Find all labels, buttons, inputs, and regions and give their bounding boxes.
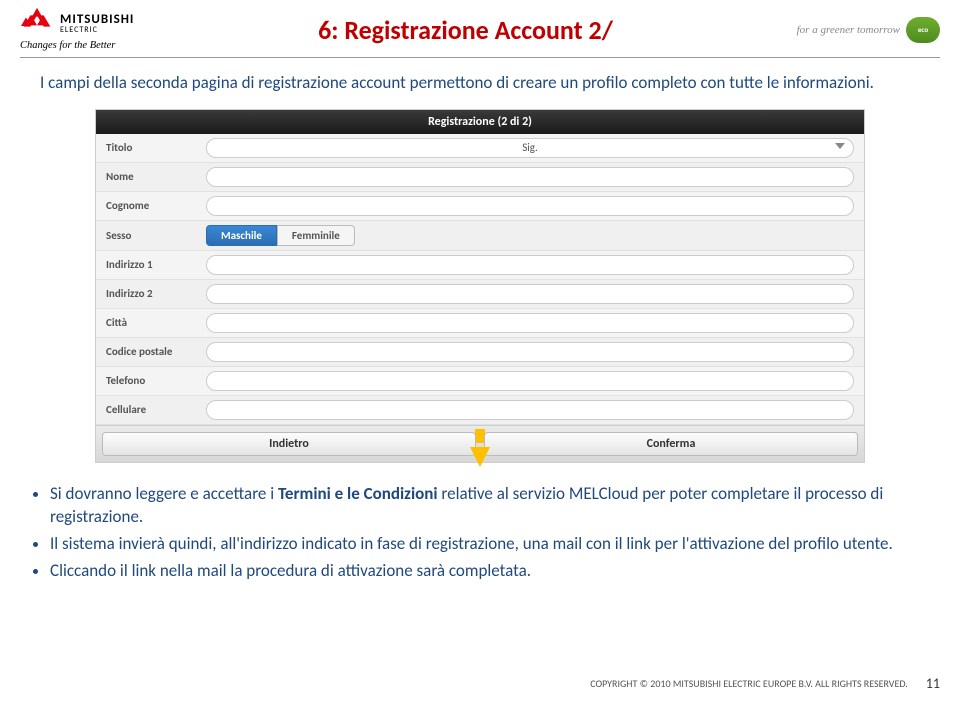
label-cap: Codice postale <box>106 345 206 358</box>
row-cellulare: Cellulare <box>96 396 864 425</box>
row-cap: Codice postale <box>96 338 864 367</box>
page-number: 11 <box>926 675 940 692</box>
row-citta: Città <box>96 309 864 338</box>
confirm-button[interactable]: Conferma <box>484 432 858 456</box>
back-button[interactable]: Indietro <box>102 432 476 456</box>
mitsubishi-icon <box>20 8 54 38</box>
copyright-text: COPYRIGHT © 2010 MITSUBISHI ELECTRIC EUR… <box>590 677 908 690</box>
label-indirizzo1: Indirizzo 1 <box>106 258 206 271</box>
slide-header: MITSUBISHI ELECTRIC Changes for the Bett… <box>0 0 960 51</box>
input-indirizzo2[interactable] <box>206 284 854 304</box>
input-cellulare[interactable] <box>206 400 854 420</box>
intro-text: I campi della seconda pagina di registra… <box>0 58 960 101</box>
row-nome: Nome <box>96 163 864 192</box>
label-citta: Città <box>106 316 206 329</box>
bullet-2: Il sistema invierà quindi, all'indirizzo… <box>50 533 920 556</box>
eco-badge-icon: eco <box>906 17 940 43</box>
bullet-3: Cliccando il link nella mail la procedur… <box>50 560 920 583</box>
row-sesso: Sesso Maschile Femminile <box>96 221 864 251</box>
input-nome[interactable] <box>206 167 854 187</box>
select-titolo-value: Sig. <box>522 141 538 154</box>
input-indirizzo1[interactable] <box>206 255 854 275</box>
row-indirizzo2: Indirizzo 2 <box>96 280 864 309</box>
form-header: Registrazione (2 di 2) <box>96 110 864 134</box>
toggle-maschile[interactable]: Maschile <box>206 225 277 246</box>
label-nome: Nome <box>106 170 206 183</box>
toggle-femminile[interactable]: Femminile <box>277 225 355 246</box>
brand-tagline: Changes for the Better <box>20 40 115 51</box>
page-title: 6: Registrazione Account 2/ <box>134 14 796 46</box>
label-sesso: Sesso <box>106 229 206 242</box>
slide-footer: COPYRIGHT © 2010 MITSUBISHI ELECTRIC EUR… <box>20 675 940 692</box>
row-titolo: Titolo Sig. <box>96 134 864 163</box>
select-titolo[interactable]: Sig. <box>206 138 854 158</box>
input-citta[interactable] <box>206 313 854 333</box>
label-cellulare: Cellulare <box>106 403 206 416</box>
toggle-sesso: Maschile Femminile <box>206 225 355 246</box>
input-telefono[interactable] <box>206 371 854 391</box>
input-cognome[interactable] <box>206 196 854 216</box>
chevron-down-icon <box>835 143 845 149</box>
label-cognome: Cognome <box>106 199 206 212</box>
bullet-1: Si dovranno leggere e accettare i Termin… <box>50 483 920 529</box>
input-cap[interactable] <box>206 342 854 362</box>
brand-logo: MITSUBISHI ELECTRIC Changes for the Bett… <box>20 8 134 51</box>
row-indirizzo1: Indirizzo 1 <box>96 251 864 280</box>
row-telefono: Telefono <box>96 367 864 396</box>
eco-text: for a greener tomorrow <box>797 24 900 36</box>
eco-block: for a greener tomorrow eco <box>797 17 940 43</box>
registration-form: Registrazione (2 di 2) Titolo Sig. Nome … <box>95 109 865 463</box>
label-telefono: Telefono <box>106 374 206 387</box>
row-cognome: Cognome <box>96 192 864 221</box>
label-indirizzo2: Indirizzo 2 <box>106 287 206 300</box>
bullet-list: Si dovranno leggere e accettare i Termin… <box>0 467 960 583</box>
label-titolo: Titolo <box>106 141 206 154</box>
